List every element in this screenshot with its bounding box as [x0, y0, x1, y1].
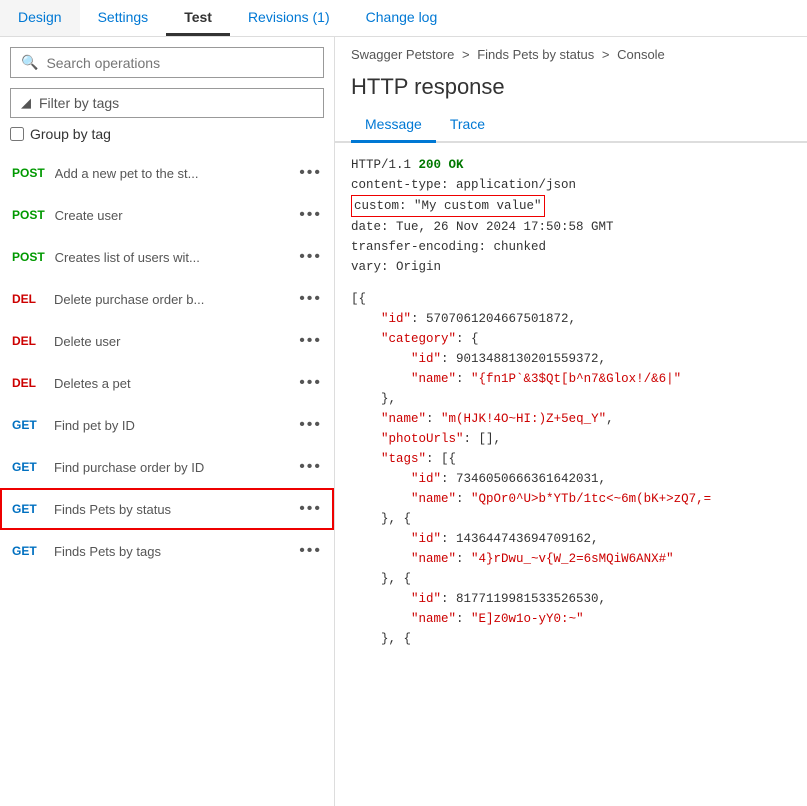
tab-message[interactable]: Message [351, 110, 436, 143]
op-method: POST [12, 166, 45, 180]
op-name: Create user [55, 208, 290, 223]
response-content: HTTP/1.1 200 OKcontent-type: application… [335, 143, 807, 806]
op-more-button[interactable]: ••• [299, 374, 322, 392]
breadcrumb-part2: Finds Pets by status [477, 47, 594, 62]
op-name: Finds Pets by status [54, 502, 289, 517]
operation-item[interactable]: DEL Delete purchase order b... ••• [0, 278, 334, 320]
status-ok: 200 OK [419, 158, 464, 172]
response-header-line: vary: Origin [351, 257, 791, 277]
operation-item[interactable]: POST Create user ••• [0, 194, 334, 236]
op-name: Creates list of users wit... [55, 250, 290, 265]
operation-item[interactable]: DEL Deletes a pet ••• [0, 362, 334, 404]
op-method: POST [12, 208, 45, 222]
search-input[interactable] [46, 55, 313, 71]
custom-highlight: custom: "My custom value" [351, 195, 545, 217]
op-more-button[interactable]: ••• [299, 416, 322, 434]
op-more-button[interactable]: ••• [299, 164, 322, 182]
operation-item[interactable]: POST Creates list of users wit... ••• [0, 236, 334, 278]
breadcrumb-part3: Console [617, 47, 665, 62]
op-name: Deletes a pet [54, 376, 289, 391]
op-more-button[interactable]: ••• [299, 290, 322, 308]
op-more-button[interactable]: ••• [299, 206, 322, 224]
op-method: GET [12, 502, 44, 516]
breadcrumb-part1: Swagger Petstore [351, 47, 454, 62]
response-pre: HTTP/1.1 200 OKcontent-type: application… [351, 155, 791, 649]
op-more-button[interactable]: ••• [299, 458, 322, 476]
main-layout: 🔍 ◢ Filter by tags Group by tag POST Add … [0, 37, 807, 806]
op-method: POST [12, 250, 45, 264]
response-header-line: transfer-encoding: chunked [351, 237, 791, 257]
op-name: Delete user [54, 334, 289, 349]
response-header-line: content-type: application/json [351, 175, 791, 195]
filter-box[interactable]: ◢ Filter by tags [10, 88, 324, 118]
operation-item[interactable]: GET Find pet by ID ••• [0, 404, 334, 446]
tab-settings[interactable]: Settings [80, 0, 167, 36]
search-icon: 🔍 [21, 54, 38, 71]
left-panel: 🔍 ◢ Filter by tags Group by tag POST Add … [0, 37, 335, 806]
op-more-button[interactable]: ••• [299, 248, 322, 266]
op-name: Find purchase order by ID [54, 460, 289, 475]
filter-icon: ◢ [21, 95, 31, 111]
group-by-tag: Group by tag [10, 126, 324, 142]
tab-design[interactable]: Design [0, 0, 80, 36]
tab-test[interactable]: Test [166, 0, 230, 36]
op-name: Finds Pets by tags [54, 544, 289, 559]
breadcrumb-sep1: > [462, 47, 473, 62]
breadcrumb: Swagger Petstore > Finds Pets by status … [335, 37, 807, 68]
operations-list: POST Add a new pet to the st... ••• POST Cre… [0, 152, 334, 806]
response-tabs: Message Trace [335, 110, 807, 143]
op-more-button[interactable]: ••• [299, 542, 322, 560]
op-method: DEL [12, 376, 44, 390]
op-method: DEL [12, 292, 44, 306]
custom-header-line: custom: "My custom value" [351, 195, 791, 217]
tab-changelog[interactable]: Change log [348, 0, 456, 36]
response-title: HTTP response [335, 68, 807, 110]
op-method: GET [12, 544, 44, 558]
top-navigation: Design Settings Test Revisions (1) Chang… [0, 0, 807, 37]
operation-item[interactable]: POST Add a new pet to the st... ••• [0, 152, 334, 194]
op-name: Delete purchase order b... [54, 292, 289, 307]
filter-label: Filter by tags [39, 95, 119, 111]
operation-item[interactable]: GET Finds Pets by status ••• [0, 488, 334, 530]
op-more-button[interactable]: ••• [299, 332, 322, 350]
group-by-tag-checkbox[interactable] [10, 127, 24, 141]
op-name: Add a new pet to the st... [55, 166, 290, 181]
operation-item[interactable]: GET Find purchase order by ID ••• [0, 446, 334, 488]
operation-item[interactable]: DEL Delete user ••• [0, 320, 334, 362]
response-status-line: HTTP/1.1 200 OK [351, 155, 791, 175]
op-method: DEL [12, 334, 44, 348]
right-panel: Swagger Petstore > Finds Pets by status … [335, 37, 807, 806]
op-method: GET [12, 460, 44, 474]
response-header-line: date: Tue, 26 Nov 2024 17:50:58 GMT [351, 217, 791, 237]
response-json-body: [{ "id": 5707061204667501872, "category"… [351, 289, 791, 649]
tab-trace[interactable]: Trace [436, 110, 499, 143]
op-name: Find pet by ID [54, 418, 289, 433]
group-by-tag-label: Group by tag [30, 126, 111, 142]
op-method: GET [12, 418, 44, 432]
tab-revisions[interactable]: Revisions (1) [230, 0, 348, 36]
breadcrumb-sep2: > [602, 47, 613, 62]
search-box[interactable]: 🔍 [10, 47, 324, 78]
op-more-button[interactable]: ••• [299, 500, 322, 518]
operation-item[interactable]: GET Finds Pets by tags ••• [0, 530, 334, 572]
